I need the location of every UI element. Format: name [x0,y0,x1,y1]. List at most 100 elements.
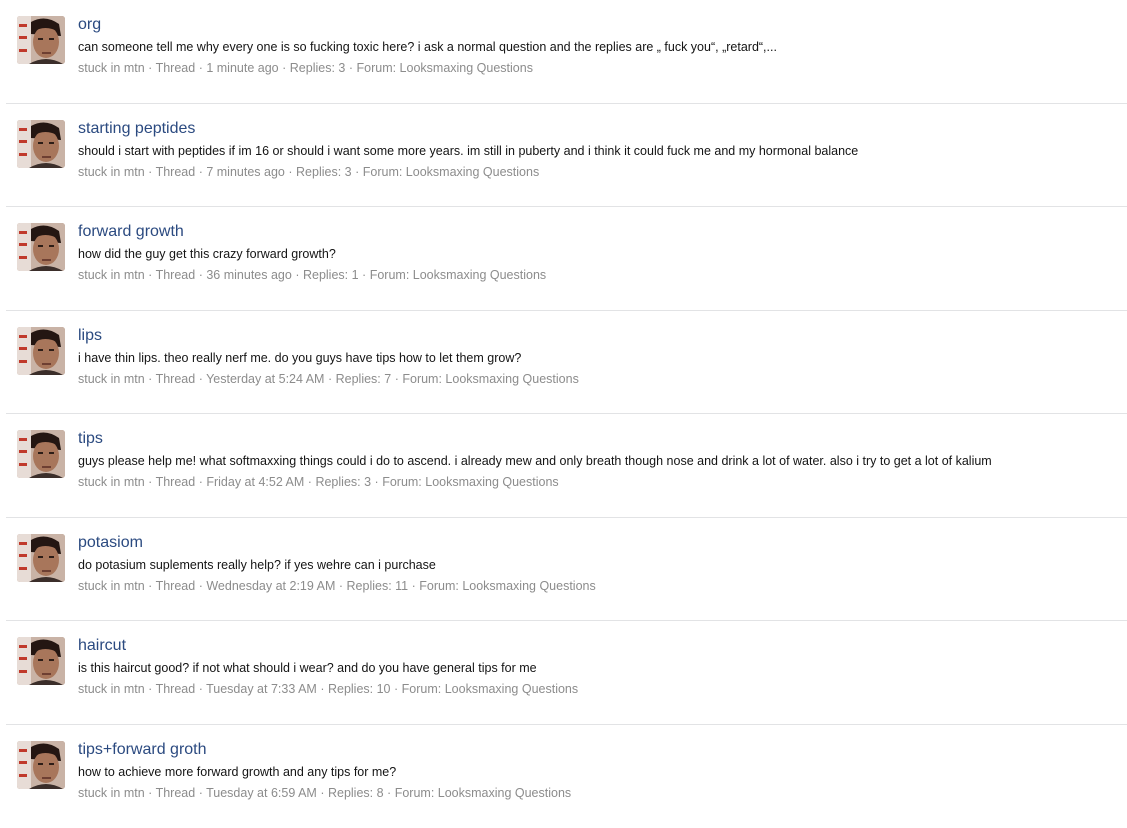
thread-title-link[interactable]: starting peptides [78,118,1117,140]
author-link[interactable]: stuck in mtn [78,268,145,282]
thread-timestamp: 36 minutes ago [206,268,291,282]
thread-body: potasiom do potasium suplements really h… [78,532,1117,595]
thread-meta: stuck in mtn · Thread · Tuesday at 6:59 … [78,785,1117,802]
thread-snippet: is this haircut good? if not what should… [78,660,1117,677]
thread-body: starting peptides should i start with pe… [78,118,1117,181]
thread-title-link[interactable]: haircut [78,635,1117,657]
meta-separator: · [349,61,353,75]
avatar-photo-icon [17,637,65,685]
thread-title-link[interactable]: forward growth [78,221,1117,243]
thread-meta: stuck in mtn · Thread · Yesterday at 5:2… [78,371,1117,388]
thread-meta: stuck in mtn · Thread · Friday at 4:52 A… [78,474,1117,491]
forum-link[interactable]: Forum: Looksmaxing Questions [382,475,558,489]
thread-snippet: how did the guy get this crazy forward g… [78,246,1117,263]
user-avatar[interactable] [17,534,65,582]
thread-timestamp: 7 minutes ago [206,165,285,179]
thread-body: forward growth how did the guy get this … [78,221,1117,284]
thread-title-link[interactable]: tips [78,428,1117,450]
thread-body: lips i have thin lips. theo really nerf … [78,325,1117,388]
author-link[interactable]: stuck in mtn [78,61,145,75]
avatar-photo-icon [17,16,65,64]
thread-meta: stuck in mtn · Thread · Tuesday at 7:33 … [78,681,1117,698]
author-link[interactable]: stuck in mtn [78,682,145,696]
thread-meta: stuck in mtn · Thread · 7 minutes ago · … [78,164,1117,181]
thread-title-link[interactable]: lips [78,325,1117,347]
author-link[interactable]: stuck in mtn [78,165,145,179]
forum-link[interactable]: Forum: Looksmaxing Questions [402,682,578,696]
forum-link[interactable]: Forum: Looksmaxing Questions [419,579,595,593]
meta-separator: · [387,786,391,800]
meta-separator: · [362,268,366,282]
thread-title-link[interactable]: org [78,14,1117,36]
thread-timestamp: Wednesday at 2:19 AM [206,579,335,593]
avatar-photo-icon [17,430,65,478]
reply-count: Replies: 3 [290,61,346,75]
thread-timestamp: 1 minute ago [206,61,278,75]
thread-title-link[interactable]: potasiom [78,532,1117,554]
author-link[interactable]: stuck in mtn [78,786,145,800]
content-type-label: Thread [156,786,196,800]
thread-body: tips guys please help me! what softmaxxi… [78,428,1117,491]
meta-separator: · [355,165,359,179]
author-link[interactable]: stuck in mtn [78,475,145,489]
meta-separator: · [199,61,203,75]
forum-link[interactable]: Forum: Looksmaxing Questions [395,786,571,800]
meta-separator: · [148,165,152,179]
thread-result-item: tips+forward groth how to achieve more f… [6,725,1127,828]
forum-link[interactable]: Forum: Looksmaxing Questions [363,165,539,179]
thread-result-item: starting peptides should i start with pe… [6,104,1127,208]
forum-link[interactable]: Forum: Looksmaxing Questions [370,268,546,282]
user-avatar[interactable] [17,223,65,271]
content-type-label: Thread [156,61,196,75]
meta-separator: · [282,61,286,75]
avatar-photo-icon [17,534,65,582]
reply-count: Replies: 3 [296,165,352,179]
forum-link[interactable]: Forum: Looksmaxing Questions [402,372,578,386]
thread-body: tips+forward groth how to achieve more f… [78,739,1117,802]
content-type-label: Thread [156,579,196,593]
meta-separator: · [199,682,203,696]
meta-separator: · [148,786,152,800]
meta-separator: · [148,61,152,75]
thread-timestamp: Tuesday at 6:59 AM [206,786,317,800]
user-avatar[interactable] [17,327,65,375]
meta-separator: · [412,579,416,593]
meta-separator: · [199,165,203,179]
meta-separator: · [394,682,398,696]
reply-count: Replies: 1 [303,268,359,282]
content-type-label: Thread [156,372,196,386]
author-link[interactable]: stuck in mtn [78,372,145,386]
search-results-list: org can someone tell me why every one is… [0,0,1127,828]
user-avatar[interactable] [17,120,65,168]
avatar-photo-icon [17,741,65,789]
thread-snippet: do potasium suplements really help? if y… [78,557,1117,574]
user-avatar[interactable] [17,637,65,685]
thread-result-item: lips i have thin lips. theo really nerf … [6,311,1127,415]
meta-separator: · [148,372,152,386]
meta-separator: · [148,475,152,489]
meta-separator: · [199,786,203,800]
content-type-label: Thread [156,165,196,179]
author-link[interactable]: stuck in mtn [78,579,145,593]
thread-title-link[interactable]: tips+forward groth [78,739,1117,761]
user-avatar[interactable] [17,741,65,789]
thread-snippet: i have thin lips. theo really nerf me. d… [78,350,1117,367]
reply-count: Replies: 8 [328,786,384,800]
avatar-photo-icon [17,223,65,271]
thread-timestamp: Tuesday at 7:33 AM [206,682,317,696]
meta-separator: · [148,682,152,696]
thread-result-item: org can someone tell me why every one is… [6,0,1127,104]
meta-separator: · [375,475,379,489]
avatar-photo-icon [17,120,65,168]
reply-count: Replies: 10 [328,682,391,696]
thread-result-item: forward growth how did the guy get this … [6,207,1127,311]
user-avatar[interactable] [17,16,65,64]
forum-link[interactable]: Forum: Looksmaxing Questions [357,61,533,75]
user-avatar[interactable] [17,430,65,478]
thread-timestamp: Friday at 4:52 AM [206,475,304,489]
meta-separator: · [308,475,312,489]
meta-separator: · [320,682,324,696]
thread-result-item: haircut is this haircut good? if not wha… [6,621,1127,725]
thread-body: org can someone tell me why every one is… [78,14,1117,77]
thread-timestamp: Yesterday at 5:24 AM [206,372,324,386]
